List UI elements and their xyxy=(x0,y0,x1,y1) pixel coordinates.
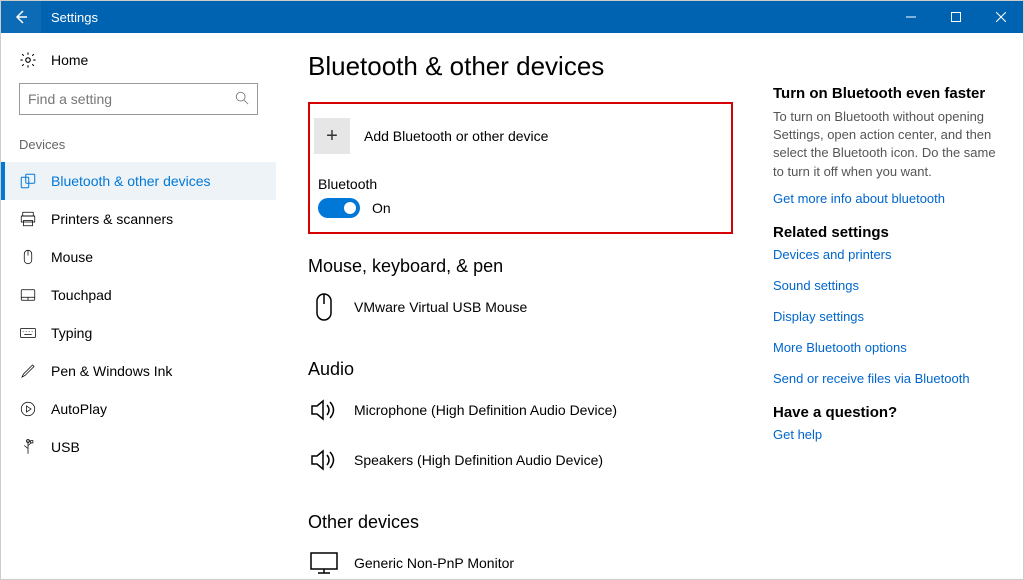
speaker-icon xyxy=(308,394,340,426)
titlebar: Settings xyxy=(1,1,1023,33)
nav-label: Touchpad xyxy=(51,287,112,303)
device-label: Speakers (High Definition Audio Device) xyxy=(354,452,603,468)
related-link-more-bluetooth[interactable]: More Bluetooth options xyxy=(773,340,1003,355)
bluetooth-toggle[interactable] xyxy=(318,198,360,218)
close-button[interactable] xyxy=(978,1,1023,33)
plus-icon: + xyxy=(314,118,350,154)
printer-icon xyxy=(19,210,37,228)
device-row[interactable]: VMware Virtual USB Mouse xyxy=(308,287,733,337)
section-other-heading: Other devices xyxy=(308,512,733,533)
gear-icon xyxy=(19,51,37,69)
sidebar-item-mouse[interactable]: Mouse xyxy=(1,238,276,276)
sidebar-item-pen[interactable]: Pen & Windows Ink xyxy=(1,352,276,390)
device-label: Generic Non-PnP Monitor xyxy=(354,555,514,571)
sidebar-item-printers[interactable]: Printers & scanners xyxy=(1,200,276,238)
back-button[interactable] xyxy=(1,1,41,33)
get-help-link[interactable]: Get help xyxy=(773,427,1003,442)
touchpad-icon xyxy=(19,286,37,304)
tip-heading: Turn on Bluetooth even faster xyxy=(773,85,1003,102)
related-link-send-receive[interactable]: Send or receive files via Bluetooth xyxy=(773,371,1003,386)
bluetooth-label: Bluetooth xyxy=(318,176,719,192)
add-device-button[interactable]: + Add Bluetooth or other device xyxy=(314,114,719,168)
related-heading: Related settings xyxy=(773,224,1003,241)
keyboard-icon xyxy=(19,324,37,342)
home-label: Home xyxy=(51,52,88,68)
bluetooth-state: On xyxy=(372,200,391,216)
sidebar-section-label: Devices xyxy=(1,137,276,162)
maximize-button[interactable] xyxy=(933,1,978,33)
device-label: Microphone (High Definition Audio Device… xyxy=(354,402,617,418)
tip-link[interactable]: Get more info about bluetooth xyxy=(773,191,1003,206)
bluetooth-devices-icon xyxy=(19,172,37,190)
usb-icon xyxy=(19,438,37,456)
device-row[interactable]: Generic Non-PnP Monitor xyxy=(308,543,733,579)
add-device-label: Add Bluetooth or other device xyxy=(364,128,548,144)
speaker-icon xyxy=(308,444,340,476)
arrow-left-icon xyxy=(13,9,29,25)
maximize-icon xyxy=(951,12,961,22)
related-link-sound[interactable]: Sound settings xyxy=(773,278,1003,293)
page-heading: Bluetooth & other devices xyxy=(308,51,733,82)
nav-label: Typing xyxy=(51,325,92,341)
right-panel: Turn on Bluetooth even faster To turn on… xyxy=(773,51,1003,579)
highlight-annotation: + Add Bluetooth or other device Bluetoot… xyxy=(308,102,733,234)
sidebar-item-touchpad[interactable]: Touchpad xyxy=(1,276,276,314)
home-button[interactable]: Home xyxy=(1,45,276,83)
minimize-icon xyxy=(906,12,916,22)
device-row[interactable]: Speakers (High Definition Audio Device) xyxy=(308,440,733,490)
nav-label: Pen & Windows Ink xyxy=(51,363,172,379)
device-label: VMware Virtual USB Mouse xyxy=(354,299,527,315)
minimize-button[interactable] xyxy=(888,1,933,33)
section-audio-heading: Audio xyxy=(308,359,733,380)
window-title: Settings xyxy=(41,10,98,25)
nav-label: AutoPlay xyxy=(51,401,107,417)
autoplay-icon xyxy=(19,400,37,418)
nav-label: Mouse xyxy=(51,249,93,265)
pen-icon xyxy=(19,362,37,380)
nav-label: Bluetooth & other devices xyxy=(51,173,211,189)
related-link-display[interactable]: Display settings xyxy=(773,309,1003,324)
sidebar-item-autoplay[interactable]: AutoPlay xyxy=(1,390,276,428)
mouse-icon xyxy=(19,248,37,266)
mouse-icon xyxy=(308,291,340,323)
nav-label: USB xyxy=(51,439,80,455)
sidebar-item-usb[interactable]: USB xyxy=(1,428,276,466)
device-row[interactable]: Microphone (High Definition Audio Device… xyxy=(308,390,733,440)
search-icon xyxy=(235,91,249,108)
search-placeholder: Find a setting xyxy=(28,91,112,107)
section-mouse-heading: Mouse, keyboard, & pen xyxy=(308,256,733,277)
tip-text: To turn on Bluetooth without opening Set… xyxy=(773,108,1003,181)
sidebar-item-typing[interactable]: Typing xyxy=(1,314,276,352)
sidebar: Home Find a setting Devices Bluetooth & … xyxy=(1,33,276,579)
question-heading: Have a question? xyxy=(773,404,1003,421)
content: Bluetooth & other devices + Add Bluetoot… xyxy=(276,33,1023,579)
nav-label: Printers & scanners xyxy=(51,211,173,227)
close-icon xyxy=(996,12,1006,22)
monitor-icon xyxy=(308,547,340,579)
search-input[interactable]: Find a setting xyxy=(19,83,258,115)
related-link-devices-printers[interactable]: Devices and printers xyxy=(773,247,1003,262)
sidebar-item-bluetooth[interactable]: Bluetooth & other devices xyxy=(1,162,276,200)
